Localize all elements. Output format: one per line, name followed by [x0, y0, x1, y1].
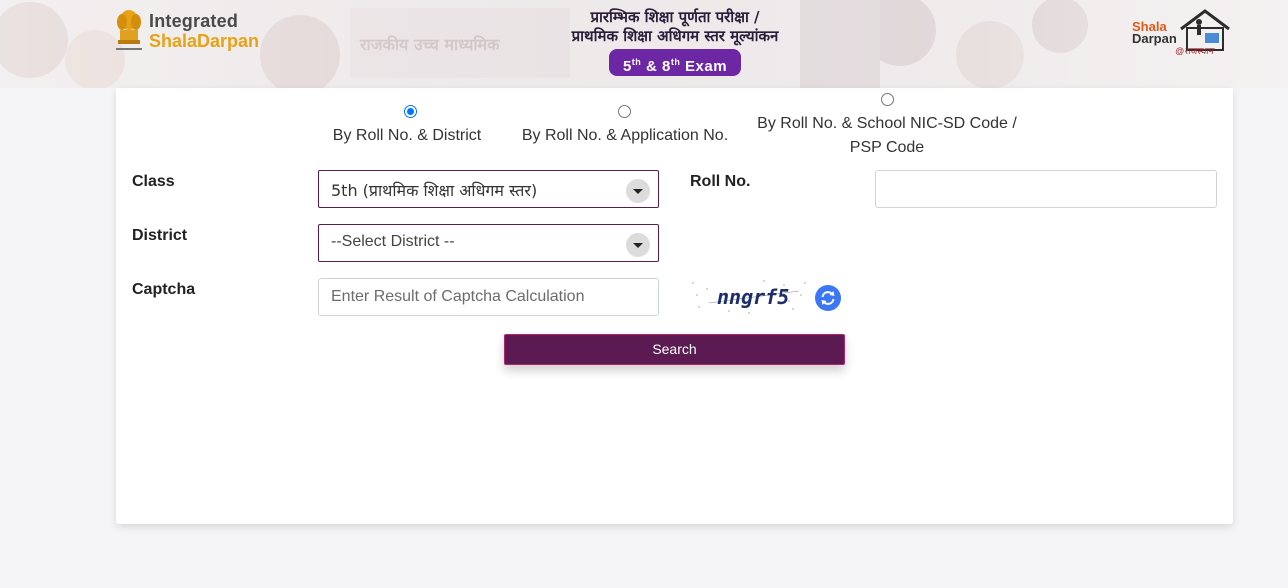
radio-label-roll-school-code[interactable]: By Roll No. & School NIC-SD Code / PSP C… [737, 112, 1037, 160]
search-form-card [116, 88, 1233, 524]
radio-label-school-code-line2: PSP Code [849, 139, 925, 156]
radio-roll-application[interactable] [618, 105, 631, 118]
radio-label-school-code-line1: By Roll No. & School NIC-SD Code / [757, 115, 1017, 132]
class-label: Class [132, 173, 175, 190]
logo-text-line1: Integrated [149, 11, 239, 31]
exam-badge: 5th & 8th Exam [608, 49, 742, 76]
title-line-1: प्रारम्भिक शिक्षा पूर्णता परीक्षा / [590, 8, 760, 26]
national-emblem-icon [116, 10, 142, 50]
exam-word: Exam [685, 58, 728, 75]
refresh-captcha-button[interactable] [815, 285, 841, 311]
district-label: District [132, 227, 188, 244]
shala-darpan-rajasthan-logo[interactable]: Shala Darpan @राजस्थान [1129, 9, 1239, 57]
search-button[interactable]: Search [504, 334, 845, 365]
captcha-label: Captcha [132, 281, 196, 298]
right-logo-darpan: Darpan [1132, 31, 1177, 46]
exam-8: 8 [661, 58, 671, 75]
exam-title-block: प्रारम्भिक शिक्षा पूर्णता परीक्षा / प्रा… [520, 8, 830, 76]
class-select-value: 5th (प्राथमिक शिक्षा अधिगम स्तर) [331, 181, 538, 200]
class-select[interactable]: 5th (प्राथमिक शिक्षा अधिगम स्तर) [318, 170, 659, 208]
district-select-value: --Select District -- [331, 233, 455, 250]
captcha-image: nngrf5 [689, 277, 809, 317]
captcha-text: nngrf5 [717, 285, 789, 309]
integrated-shaladarpan-logo[interactable]: Integrated ShalaDarpan [112, 8, 259, 54]
radio-roll-district[interactable] [404, 105, 417, 118]
exam-th-1: th [631, 57, 642, 67]
district-select[interactable]: --Select District -- [318, 224, 659, 262]
logo-text-darpan: Darpan [197, 31, 260, 51]
chevron-down-icon [626, 179, 650, 203]
captcha-input[interactable] [318, 278, 659, 316]
page-header: राजकीय उच्च माध्यमिक Integrated ShalaDar… [0, 0, 1288, 88]
radio-label-roll-district[interactable]: By Roll No. & District [300, 124, 514, 148]
shala-darpan-wordmark: Shala Darpan [1132, 20, 1177, 46]
roll-no-label: Roll No. [690, 173, 751, 190]
title-line-2: प्राथमिक शिक्षा अधिगम स्तर मूल्यांकन [571, 27, 779, 45]
radio-label-roll-application[interactable]: By Roll No. & Application No. [490, 124, 760, 148]
exam-amp: & [645, 58, 658, 75]
refresh-icon [821, 291, 835, 305]
chevron-down-icon [626, 233, 650, 257]
right-logo-tagline: @राजस्थान [1175, 46, 1214, 56]
roll-no-input[interactable] [875, 170, 1217, 208]
exam-5: 5 [622, 58, 632, 75]
radio-roll-school-code[interactable] [881, 93, 894, 106]
exam-th-2: th [670, 57, 681, 67]
logo-text-shala: Shala [149, 31, 198, 51]
